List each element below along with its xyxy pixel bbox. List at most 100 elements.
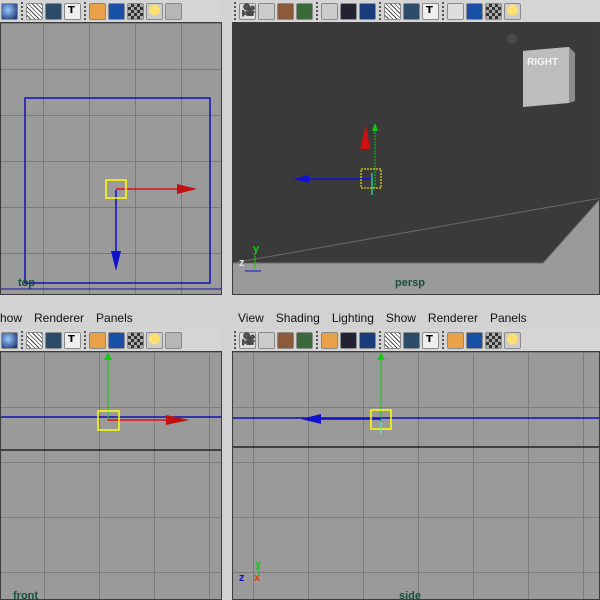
camera-attributes-icon[interactable] xyxy=(258,2,275,20)
toolbar-separator xyxy=(21,2,23,20)
top-view-panel: T top xyxy=(0,0,222,295)
film-gate-icon[interactable] xyxy=(340,331,357,349)
top-viewport[interactable]: top xyxy=(0,22,222,295)
smooth-shade-icon[interactable] xyxy=(45,2,62,20)
textured-icon[interactable]: T xyxy=(64,2,81,20)
lightbulb-icon[interactable] xyxy=(146,331,163,349)
camera-label-top: top xyxy=(18,277,36,289)
axis-z-label: z xyxy=(239,572,245,584)
shaded-sphere-icon[interactable] xyxy=(1,2,18,20)
smooth-shade-icon[interactable] xyxy=(403,2,420,20)
smooth-cube-icon[interactable] xyxy=(466,2,483,20)
view-cube-home xyxy=(507,34,517,44)
toolbar-separator xyxy=(379,331,381,349)
axis-z-label: z xyxy=(239,257,245,269)
textured-icon[interactable]: T xyxy=(422,331,439,349)
menu-renderer[interactable]: Renderer xyxy=(428,311,478,325)
image-plane-icon[interactable] xyxy=(296,331,313,349)
axis-x-arrow xyxy=(177,184,197,194)
smooth-cube-icon[interactable] xyxy=(466,331,483,349)
bookmark-icon[interactable] xyxy=(277,2,294,20)
toolbar-separator xyxy=(316,2,318,20)
smooth-shade-icon[interactable] xyxy=(45,331,62,349)
axis-y-arrow xyxy=(377,352,385,360)
axis-x-label: x xyxy=(254,572,261,584)
axis-x-arrow xyxy=(360,125,370,149)
shaded-sphere-icon[interactable] xyxy=(1,331,18,349)
top-view-toolbar: T xyxy=(0,0,222,23)
resolution-gate-icon[interactable] xyxy=(359,331,376,349)
bounding-box-icon[interactable] xyxy=(89,331,106,349)
toolbar-separator xyxy=(84,331,86,349)
menu-lighting[interactable]: Lighting xyxy=(332,311,374,325)
grid-icon[interactable] xyxy=(321,2,338,20)
menu-show[interactable]: how xyxy=(0,311,22,325)
lightbulb-icon[interactable] xyxy=(504,331,521,349)
image-plane-icon[interactable] xyxy=(296,2,313,20)
bounding-box-icon[interactable] xyxy=(447,331,464,349)
axis-z-arrow xyxy=(111,251,121,271)
checker-cube-icon[interactable] xyxy=(485,2,502,20)
axis-y-arrow xyxy=(372,123,378,131)
axis-y-arrow xyxy=(104,352,112,360)
toolbar-separator xyxy=(84,2,86,20)
toolbar-separator xyxy=(316,331,318,349)
camera-attributes-icon[interactable] xyxy=(258,331,275,349)
menu-show[interactable]: Show xyxy=(386,311,416,325)
toolbar-separator xyxy=(21,331,23,349)
toolbar-separator xyxy=(442,2,444,20)
persp-view-panel: 🎥 T RIGHT y z persp xyxy=(232,0,600,295)
toolbar-separator xyxy=(234,2,236,20)
menu-view[interactable]: View xyxy=(238,311,264,325)
bounding-box-icon[interactable] xyxy=(89,2,106,20)
wireframe-icon[interactable] xyxy=(384,2,401,20)
checker-cube-icon[interactable] xyxy=(485,331,502,349)
front-view-menubar: how Renderer Panels xyxy=(0,307,222,329)
smooth-shade-icon[interactable] xyxy=(403,331,420,349)
checker-cube-icon[interactable] xyxy=(127,2,144,20)
front-viewport-graphics xyxy=(1,352,221,451)
camera-label-side: side xyxy=(399,590,422,600)
ground-plane-edge xyxy=(233,197,599,264)
textured-icon[interactable]: T xyxy=(64,331,81,349)
toolbar-separator xyxy=(234,331,236,349)
wireframe-icon[interactable] xyxy=(26,2,43,20)
side-view-panel: View Shading Lighting Show Renderer Pane… xyxy=(232,307,600,600)
axis-z-arrow xyxy=(293,175,309,183)
menu-panels[interactable]: Panels xyxy=(490,311,527,325)
lightbulb-icon[interactable] xyxy=(504,2,521,20)
toolbar-separator xyxy=(379,2,381,20)
persp-viewport[interactable]: RIGHT y z persp xyxy=(232,22,600,295)
bookmark-icon[interactable] xyxy=(277,331,294,349)
film-gate-icon[interactable] xyxy=(340,2,357,20)
shadow-icon[interactable] xyxy=(165,2,182,20)
menu-shading[interactable]: Shading xyxy=(276,311,320,325)
side-viewport[interactable]: y z x side xyxy=(232,351,600,600)
view-cube-label[interactable]: RIGHT xyxy=(527,57,558,68)
front-viewport[interactable]: front xyxy=(0,351,222,600)
side-view-menubar: View Shading Lighting Show Renderer Pane… xyxy=(238,307,600,329)
side-viewport-graphics xyxy=(233,352,599,576)
persp-view-toolbar: 🎥 T xyxy=(232,0,600,23)
pane-divider-horizontal[interactable] xyxy=(0,295,600,307)
resolution-gate-icon[interactable] xyxy=(359,2,376,20)
smooth-cube-icon[interactable] xyxy=(108,331,125,349)
shadow-icon[interactable] xyxy=(165,331,182,349)
camera-label-persp: persp xyxy=(395,277,425,289)
grid-icon[interactable] xyxy=(321,331,338,349)
axis-y-label: y xyxy=(253,243,260,255)
menu-renderer[interactable]: Renderer xyxy=(34,311,84,325)
bounding-box-icon[interactable] xyxy=(447,2,464,20)
smooth-cube-icon[interactable] xyxy=(108,2,125,20)
view-cube-front xyxy=(523,47,569,107)
menu-panels[interactable]: Panels xyxy=(96,311,133,325)
camera-icon[interactable]: 🎥 xyxy=(239,2,256,20)
checker-cube-icon[interactable] xyxy=(127,331,144,349)
wireframe-icon[interactable] xyxy=(26,331,43,349)
textured-icon[interactable]: T xyxy=(422,2,439,20)
camera-icon[interactable]: 🎥 xyxy=(239,331,256,349)
wireframe-icon[interactable] xyxy=(384,331,401,349)
lightbulb-icon[interactable] xyxy=(146,2,163,20)
top-viewport-graphics xyxy=(1,97,221,290)
front-view-panel: how Renderer Panels T front xyxy=(0,307,222,600)
